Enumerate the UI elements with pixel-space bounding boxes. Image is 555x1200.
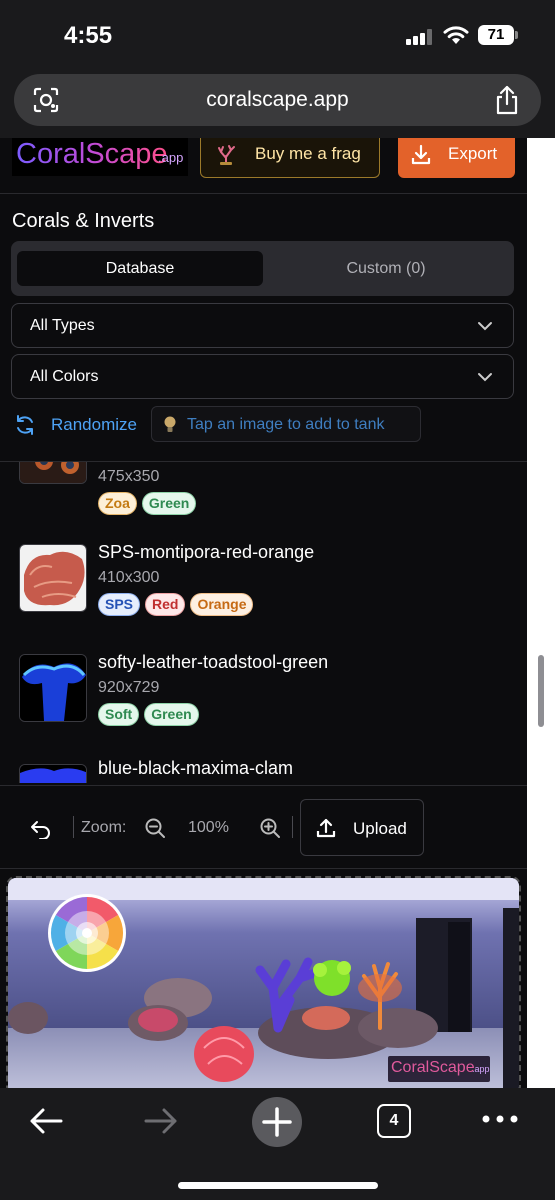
back-arrow-icon[interactable] bbox=[28, 1106, 64, 1136]
zoom-label: Zoom: bbox=[81, 819, 127, 836]
tag-badge: Green bbox=[141, 492, 197, 515]
tag-badge: Orange bbox=[190, 593, 254, 616]
type-filter-value: All Types bbox=[30, 317, 95, 334]
tag-badge: SPS bbox=[98, 593, 141, 616]
zoom-level: 100% bbox=[188, 819, 229, 836]
lightbulb-icon bbox=[164, 416, 176, 432]
coral-thumbnail[interactable] bbox=[19, 654, 87, 722]
toolbar-divider bbox=[292, 816, 293, 838]
app-header: CoralScape .app Buy me a frag Export bbox=[0, 138, 527, 194]
coral-thumbnail[interactable] bbox=[19, 462, 87, 484]
cellular-signal-icon bbox=[406, 29, 432, 45]
item-name: SPS-montipora-red-orange bbox=[98, 542, 315, 562]
color-filter-select[interactable]: All Colors bbox=[11, 354, 514, 399]
tab-database[interactable]: Database bbox=[17, 251, 263, 286]
hint-text: Tap an image to add to tank bbox=[187, 416, 385, 433]
refresh-icon[interactable] bbox=[14, 414, 36, 436]
tank-watermark: CoralScape .app bbox=[388, 1056, 490, 1082]
coral-list[interactable]: 475x350 Zoa Green SPS-montipora-red-oran… bbox=[0, 461, 527, 783]
color-filter-value: All Colors bbox=[30, 368, 99, 385]
watermark-suffix: .app bbox=[472, 1064, 490, 1074]
toolbar-divider bbox=[73, 816, 74, 838]
tag-list: Soft Green bbox=[98, 703, 199, 727]
watermark-text: CoralScape bbox=[391, 1059, 475, 1076]
list-item[interactable]: softy-leather-toadstool-green 920x729 So… bbox=[0, 648, 527, 758]
export-button-label: Export bbox=[448, 144, 498, 163]
download-icon bbox=[411, 144, 431, 165]
upload-label: Upload bbox=[353, 819, 407, 838]
more-options-icon[interactable] bbox=[482, 1113, 518, 1125]
item-dimensions: 410x300 bbox=[98, 569, 160, 586]
buy-me-a-frag-button[interactable]: Buy me a frag bbox=[200, 138, 380, 178]
upload-icon bbox=[316, 818, 336, 838]
tag-list: SPS Red Orange bbox=[98, 593, 254, 617]
coral-frag-icon bbox=[218, 145, 235, 165]
item-name: blue-black-maxima-clam bbox=[98, 758, 294, 778]
status-bar: 4:55 71 bbox=[0, 0, 555, 72]
canvas-toolbar: Zoom: 100% Upload bbox=[0, 785, 527, 869]
export-button[interactable]: Export bbox=[398, 138, 515, 178]
browser-address-area: coralscape.app bbox=[0, 72, 555, 138]
tag-list: Zoa Green bbox=[98, 492, 197, 516]
upload-button[interactable]: Upload bbox=[300, 799, 424, 856]
address-bar[interactable]: coralscape.app bbox=[14, 74, 541, 126]
color-wheel-icon[interactable] bbox=[48, 894, 126, 972]
frag-button-label: Buy me a frag bbox=[255, 144, 361, 163]
tab-custom[interactable]: Custom (0) bbox=[263, 251, 509, 286]
forward-arrow-icon[interactable] bbox=[143, 1106, 179, 1136]
plus-icon bbox=[262, 1107, 292, 1137]
status-time: 4:55 bbox=[64, 22, 113, 49]
list-item[interactable]: SPS-montipora-red-orange 410x300 SPS Red… bbox=[0, 538, 527, 648]
coral-thumbnail[interactable] bbox=[19, 764, 87, 783]
list-item[interactable]: 475x350 Zoa Green bbox=[0, 462, 527, 518]
tag-badge: Zoa bbox=[98, 492, 137, 515]
hint-box: Tap an image to add to tank bbox=[151, 406, 421, 442]
zoom-in-icon[interactable] bbox=[259, 817, 281, 839]
list-item[interactable]: blue-black-maxima-clam bbox=[0, 758, 527, 783]
url-text: coralscape.app bbox=[206, 88, 349, 111]
item-name: softy-leather-toadstool-green bbox=[98, 652, 329, 672]
logo-text: CoralScape bbox=[16, 138, 168, 170]
page-scroll-track bbox=[527, 138, 555, 1088]
new-tab-button[interactable] bbox=[252, 1097, 302, 1147]
logo-suffix: .app bbox=[158, 150, 184, 165]
randomize-button[interactable]: Randomize bbox=[51, 415, 137, 435]
app-viewport: CoralScape .app Buy me a frag Export Cor… bbox=[0, 138, 527, 1088]
tank-canvas[interactable]: CoralScape .app bbox=[6, 876, 521, 1088]
chevron-down-icon bbox=[478, 373, 492, 382]
panel-title: Corals & Inverts bbox=[12, 210, 155, 232]
coral-thumbnail[interactable] bbox=[19, 544, 87, 612]
item-dimensions: 475x350 bbox=[98, 468, 160, 485]
tag-badge: Red bbox=[145, 593, 186, 616]
page-scrollbar[interactable] bbox=[538, 655, 544, 727]
chevron-down-icon bbox=[478, 322, 492, 331]
tab-switcher-button[interactable]: 4 bbox=[377, 1104, 411, 1138]
battery-indicator: 71 bbox=[478, 25, 518, 45]
wifi-icon bbox=[443, 26, 469, 44]
undo-icon[interactable] bbox=[30, 819, 52, 839]
home-indicator[interactable] bbox=[178, 1182, 378, 1189]
coralscape-logo[interactable]: CoralScape .app bbox=[12, 138, 188, 176]
zoom-out-icon[interactable] bbox=[144, 817, 166, 839]
tag-badge: Green bbox=[144, 703, 199, 726]
type-filter-select[interactable]: All Types bbox=[11, 303, 514, 348]
tag-badge: Soft bbox=[98, 703, 140, 726]
item-dimensions: 920x729 bbox=[98, 679, 160, 696]
browser-toolbar: 4 bbox=[0, 1088, 555, 1200]
source-tabs: Database Custom (0) bbox=[11, 241, 514, 296]
share-icon[interactable] bbox=[493, 84, 521, 116]
